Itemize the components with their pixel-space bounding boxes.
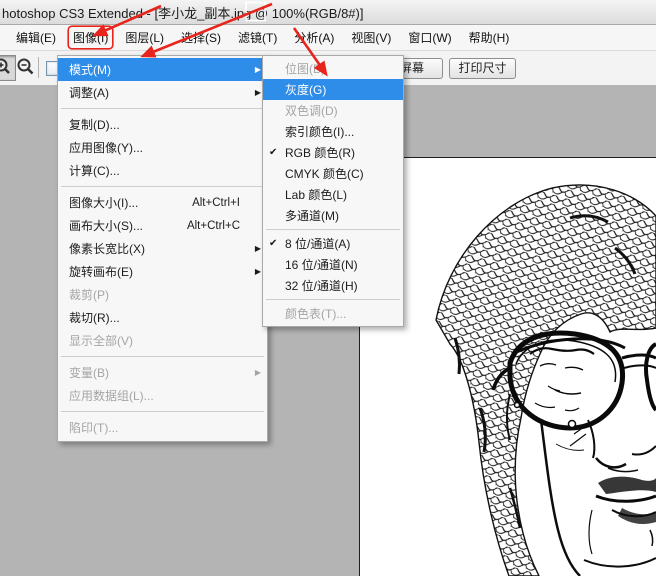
menu-item-calculations[interactable]: 计算(C)... xyxy=(58,159,267,182)
menu-item-color-table: 颜色表(T)... xyxy=(263,303,403,324)
shortcut-label: Alt+Ctrl+I xyxy=(192,197,240,209)
menubar-item-image[interactable]: 图像(I) xyxy=(69,27,112,48)
menu-item-bitmap: 位图(B) xyxy=(263,58,403,79)
menu-item-crop: 裁剪(P) xyxy=(58,283,267,306)
menu-item-pixel-aspect-ratio[interactable]: 像素长宽比(X) ▶ xyxy=(58,237,267,260)
menu-item-label: 应用数据组(L)... xyxy=(69,387,240,404)
menu-item-rotate-canvas[interactable]: 旋转画布(E) ▶ xyxy=(58,260,267,283)
shortcut-label: Alt+Ctrl+C xyxy=(187,220,240,232)
menu-item-label: 模式(M) xyxy=(69,61,240,78)
menu-separator xyxy=(266,299,400,300)
menu-item-label: 变量(B) xyxy=(69,364,240,381)
menu-item-variables: 变量(B) ▶ xyxy=(58,361,267,384)
menu-item-label: 像素长宽比(X) xyxy=(69,240,240,257)
menubar-item-help[interactable]: 帮助(H) xyxy=(465,27,514,48)
menu-separator xyxy=(61,108,264,109)
title-bar: hotoshop CS3 Extended - [李小龙_副本.jpg @ 10… xyxy=(0,0,656,25)
menubar-item-edit[interactable]: 编辑(E) xyxy=(12,27,60,48)
menu-item-multichannel[interactable]: 多通道(M) xyxy=(263,205,403,226)
menu-separator xyxy=(61,356,264,357)
menu-item-label: 裁切(R)... xyxy=(69,309,240,326)
image-menu-dropdown: 模式(M) ▶ 调整(A) ▶ 复制(D)... 应用图像(Y)... 计算(C)... 图像… xyxy=(57,55,268,442)
menu-item-reveal-all: 显示全部(V) xyxy=(58,329,267,352)
menu-item-label: 索引颜色(I)... xyxy=(285,123,376,140)
print-size-button[interactable]: 打印尺寸 xyxy=(449,58,516,79)
submenu-arrow-icon: ▶ xyxy=(252,244,261,253)
menu-item-duotone: 双色调(D) xyxy=(263,100,403,121)
menu-item-mode[interactable]: 模式(M) ▶ xyxy=(58,58,267,81)
menu-item-trim[interactable]: 裁切(R)... xyxy=(58,306,267,329)
menubar-item-layer[interactable]: 图层(L) xyxy=(121,27,168,48)
menu-separator xyxy=(61,411,264,412)
sketch-portrait-svg xyxy=(360,158,656,576)
magnifier-minus-icon xyxy=(15,57,37,79)
menu-item-label: 裁剪(P) xyxy=(69,286,240,303)
menu-item-label: 显示全部(V) xyxy=(69,332,240,349)
zoom-out-tool-button[interactable] xyxy=(15,57,37,79)
menu-item-label: 32 位/通道(H) xyxy=(285,277,376,294)
menu-item-label: 颜色表(T)... xyxy=(285,305,376,322)
menu-item-lab-color[interactable]: Lab 颜色(L) xyxy=(263,184,403,205)
separator xyxy=(38,57,39,78)
photoshop-window: hotoshop CS3 Extended - [李小龙_副本.jpg @ 10… xyxy=(0,0,656,576)
menu-item-label: 应用图像(Y)... xyxy=(69,139,240,156)
menu-item-label: 位图(B) xyxy=(285,60,376,77)
menu-item-indexed-color[interactable]: 索引颜色(I)... xyxy=(263,121,403,142)
mode-submenu: 位图(B)灰度(G)双色调(D)索引颜色(I)...✔RGB 颜色(R)CMYK… xyxy=(262,55,404,327)
menu-item-32-bits-channel[interactable]: 32 位/通道(H) xyxy=(263,275,403,296)
sketch-nose xyxy=(570,420,656,472)
menubar-item-analysis[interactable]: 分析(A) xyxy=(290,27,338,48)
menu-item-label: 旋转画布(E) xyxy=(69,263,240,280)
menu-separator xyxy=(266,229,400,230)
submenu-arrow-icon: ▶ xyxy=(252,267,261,276)
zoom-in-tool-button[interactable] xyxy=(0,55,16,81)
menu-item-label: 陷印(T)... xyxy=(69,419,240,436)
menu-item-label: RGB 颜色(R) xyxy=(285,144,376,161)
menu-item-adjustments[interactable]: 调整(A) ▶ xyxy=(58,81,267,104)
menu-bar: 编辑(E) 图像(I) 图层(L) 选择(S) 滤镜(T) 分析(A) 视图(V) 窗口(W)… xyxy=(0,25,656,51)
menu-item-16-bits-channel[interactable]: 16 位/通道(N) xyxy=(263,254,403,275)
menu-item-label: 复制(D)... xyxy=(69,116,240,133)
menu-item-label: CMYK 颜色(C) xyxy=(285,165,376,182)
check-icon: ✔ xyxy=(269,238,285,249)
menu-item-label: 调整(A) xyxy=(69,84,240,101)
submenu-arrow-icon: ▶ xyxy=(252,88,261,97)
menu-item-rgb-color[interactable]: ✔RGB 颜色(R) xyxy=(263,142,403,163)
menubar-item-select[interactable]: 选择(S) xyxy=(177,27,225,48)
menu-item-label: 双色调(D) xyxy=(285,102,376,119)
menu-item-label: 8 位/通道(A) xyxy=(285,235,376,252)
menu-item-duplicate[interactable]: 复制(D)... xyxy=(58,113,267,136)
sketch-lips xyxy=(596,477,656,524)
submenu-arrow-icon: ▶ xyxy=(252,65,261,74)
menu-separator xyxy=(61,186,264,187)
menu-item-label: 计算(C)... xyxy=(69,162,240,179)
menu-item-trap: 陷印(T)... xyxy=(58,416,267,439)
window-title: hotoshop CS3 Extended - [李小龙_副本.jpg @ 10… xyxy=(0,3,363,22)
menu-item-label: 画布大小(S)... xyxy=(69,217,187,234)
menu-item-8-bits-channel[interactable]: ✔8 位/通道(A) xyxy=(263,233,403,254)
menu-item-grayscale[interactable]: 灰度(G) xyxy=(263,79,403,100)
menu-item-label: 多通道(M) xyxy=(285,207,376,224)
menu-item-cmyk-color[interactable]: CMYK 颜色(C) xyxy=(263,163,403,184)
menu-item-label: 16 位/通道(N) xyxy=(285,256,376,273)
check-icon: ✔ xyxy=(269,147,285,158)
menu-item-image-size[interactable]: 图像大小(I)...Alt+Ctrl+I xyxy=(58,191,267,214)
menu-item-label: 灰度(G) xyxy=(285,81,376,98)
menu-item-apply-data-set: 应用数据组(L)... xyxy=(58,384,267,407)
menu-item-label: Lab 颜色(L) xyxy=(285,186,376,203)
menu-item-canvas-size[interactable]: 画布大小(S)...Alt+Ctrl+C xyxy=(58,214,267,237)
menu-item-label: 图像大小(I)... xyxy=(69,194,192,211)
menu-item-apply-image[interactable]: 应用图像(Y)... xyxy=(58,136,267,159)
magnifier-plus-icon xyxy=(0,56,15,78)
submenu-arrow-icon: ▶ xyxy=(252,368,261,377)
menubar-item-window[interactable]: 窗口(W) xyxy=(404,27,455,48)
menubar-item-filter[interactable]: 滤镜(T) xyxy=(234,27,281,48)
menubar-item-view[interactable]: 视图(V) xyxy=(347,27,395,48)
